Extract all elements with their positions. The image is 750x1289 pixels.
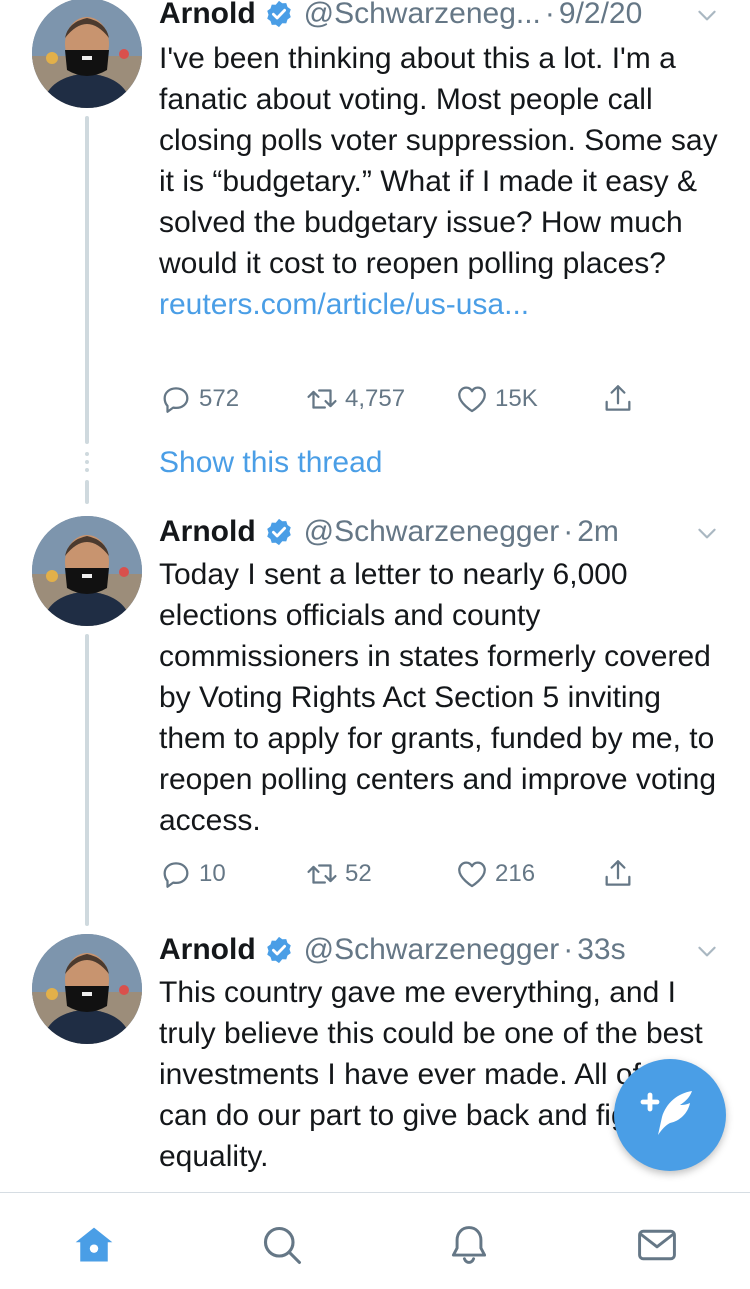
separator-dot: · <box>544 0 555 30</box>
tweet-1[interactable]: Arnold @Schwarzeneg... · 9/2/20 I've bee… <box>0 0 750 504</box>
heart-icon <box>458 386 486 413</box>
like-button[interactable]: 216 <box>455 854 535 894</box>
tweet-text: Today I sent a letter to nearly 6,000 el… <box>159 558 717 837</box>
tweet-header: Arnold @Schwarzenegger · 2m <box>159 512 726 552</box>
chevron-down-icon[interactable] <box>694 2 720 28</box>
display-name[interactable]: Arnold <box>159 515 256 549</box>
retweet-count: 52 <box>345 860 372 887</box>
avatar[interactable] <box>32 516 142 626</box>
compose-tweet-icon <box>640 1091 692 1135</box>
thread-line <box>85 480 89 504</box>
timeline: Arnold @Schwarzeneg... · 9/2/20 I've bee… <box>0 0 750 1192</box>
search-icon <box>263 1226 301 1264</box>
chevron-down-icon[interactable] <box>694 938 720 964</box>
reply-count: 572 <box>199 385 240 412</box>
tweet-header: Arnold @Schwarzeneg... · 9/2/20 <box>159 0 726 34</box>
user-handle[interactable]: @Schwarzenegger <box>304 515 560 549</box>
article-link[interactable]: reuters.com/article/us-usa... <box>159 288 529 321</box>
thread-line <box>85 116 89 444</box>
display-name[interactable]: Arnold <box>159 0 256 31</box>
compose-tweet-button[interactable] <box>614 1059 726 1171</box>
verified-badge-icon <box>266 0 291 28</box>
like-count: 15K <box>495 385 538 412</box>
timestamp: 33s <box>577 933 626 966</box>
avatar[interactable] <box>32 0 142 108</box>
user-handle[interactable]: @Schwarzenegger <box>304 933 560 967</box>
notifications-icon <box>451 1226 487 1264</box>
retweet-count: 4,757 <box>345 385 406 412</box>
share-button[interactable] <box>601 854 641 894</box>
thread-dots <box>85 452 89 476</box>
tab-search[interactable] <box>260 1223 304 1267</box>
separator-dot: · <box>563 933 574 966</box>
action-bar: 572 4,757 15K <box>159 379 639 419</box>
display-name[interactable]: Arnold <box>159 933 256 967</box>
reply-count: 10 <box>199 860 226 887</box>
reply-button[interactable]: 572 <box>159 379 239 419</box>
messages-icon <box>638 1229 676 1261</box>
tab-messages[interactable] <box>635 1223 679 1267</box>
show-thread-link[interactable]: Show this thread <box>159 446 382 480</box>
retweet-icon <box>307 864 337 884</box>
user-handle[interactable]: @Schwarzeneg... <box>304 0 541 31</box>
tweet-text: I've been thinking about this a lot. I'm… <box>159 38 719 325</box>
timestamp: 2m <box>577 515 619 548</box>
like-button[interactable]: 15K <box>455 379 538 419</box>
tab-notifications[interactable] <box>447 1223 491 1267</box>
action-bar: 10 52 216 <box>159 854 639 894</box>
reply-icon <box>163 387 189 413</box>
thread-line <box>85 634 89 926</box>
retweet-icon <box>307 389 337 409</box>
avatar[interactable] <box>32 934 142 1044</box>
verified-badge-icon <box>266 518 291 546</box>
like-count: 216 <box>495 860 536 887</box>
separator-dot: · <box>563 515 574 548</box>
bottom-tab-bar <box>0 1192 750 1289</box>
reply-button[interactable]: 10 <box>159 854 226 894</box>
tweet-body: I've been thinking about this a lot. I'm… <box>159 42 718 280</box>
retweet-button[interactable]: 4,757 <box>305 379 405 419</box>
share-icon <box>605 860 631 886</box>
tweet-header: Arnold @Schwarzenegger · 33s <box>159 930 726 970</box>
home-icon <box>75 1227 113 1262</box>
reply-icon <box>163 862 189 888</box>
tab-home[interactable] <box>72 1223 116 1267</box>
retweet-button[interactable]: 52 <box>305 854 372 894</box>
verified-badge-icon <box>266 936 291 964</box>
share-icon <box>605 385 631 411</box>
chevron-down-icon[interactable] <box>694 520 720 546</box>
share-button[interactable] <box>601 379 641 419</box>
heart-icon <box>458 861 486 888</box>
tweet-2[interactable]: Arnold @Schwarzenegger · 2m Today I sent… <box>0 512 750 926</box>
timestamp: 9/2/20 <box>558 0 643 30</box>
